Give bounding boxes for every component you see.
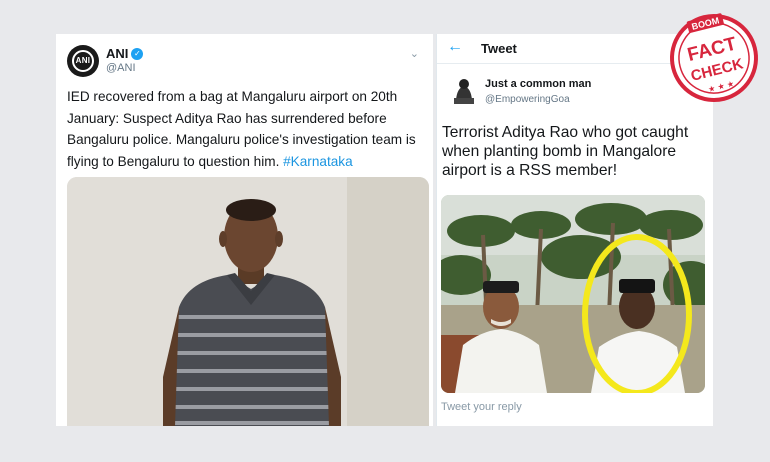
tweet-reply-input[interactable]: Tweet your reply bbox=[441, 401, 522, 413]
tweet-header-title: Tweet bbox=[481, 41, 517, 56]
ani-display-name[interactable]: ANI bbox=[106, 46, 128, 61]
ani-handle[interactable]: @ANI bbox=[106, 62, 136, 74]
back-arrow-icon[interactable]: ← bbox=[447, 38, 463, 56]
hashtag-link[interactable]: #Karnataka bbox=[283, 154, 353, 169]
verified-badge-icon: ✓ bbox=[131, 47, 144, 60]
ani-avatar-logo-text: ANI bbox=[75, 56, 91, 65]
ani-tweet-card: ANI ANI ✓ @ANI ⌄ IED recovered from a ba… bbox=[56, 34, 433, 426]
ani-avatar[interactable]: ANI bbox=[67, 45, 99, 77]
user-handle[interactable]: @EmpoweringGoa bbox=[485, 94, 570, 105]
fact-check-stamp-logo: BOOM FACT CHECK ★ ★ ★ bbox=[670, 13, 758, 102]
fact-check-stamp: BOOM FACT CHECK ★ ★ ★ bbox=[666, 10, 762, 106]
ani-tweet-text: IED recovered from a bag at Mangaluru ai… bbox=[67, 86, 425, 172]
ani-name-row: ANI ✓ bbox=[106, 46, 144, 61]
ani-tweet-body: IED recovered from a bag at Mangaluru ai… bbox=[67, 89, 416, 169]
user-avatar[interactable] bbox=[447, 74, 481, 108]
tweet-photo[interactable] bbox=[67, 177, 429, 426]
suspect-photo-image bbox=[67, 177, 429, 426]
user-avatar-image bbox=[447, 74, 481, 108]
chevron-down-icon[interactable]: ⌄ bbox=[410, 47, 419, 60]
claim-photo[interactable] bbox=[441, 195, 705, 393]
claim-tweet-text: Terrorist Aditya Rao who got caught when… bbox=[442, 124, 689, 179]
rss-members-photo-image bbox=[441, 195, 705, 393]
user-display-name[interactable]: Just a common man bbox=[485, 78, 591, 90]
